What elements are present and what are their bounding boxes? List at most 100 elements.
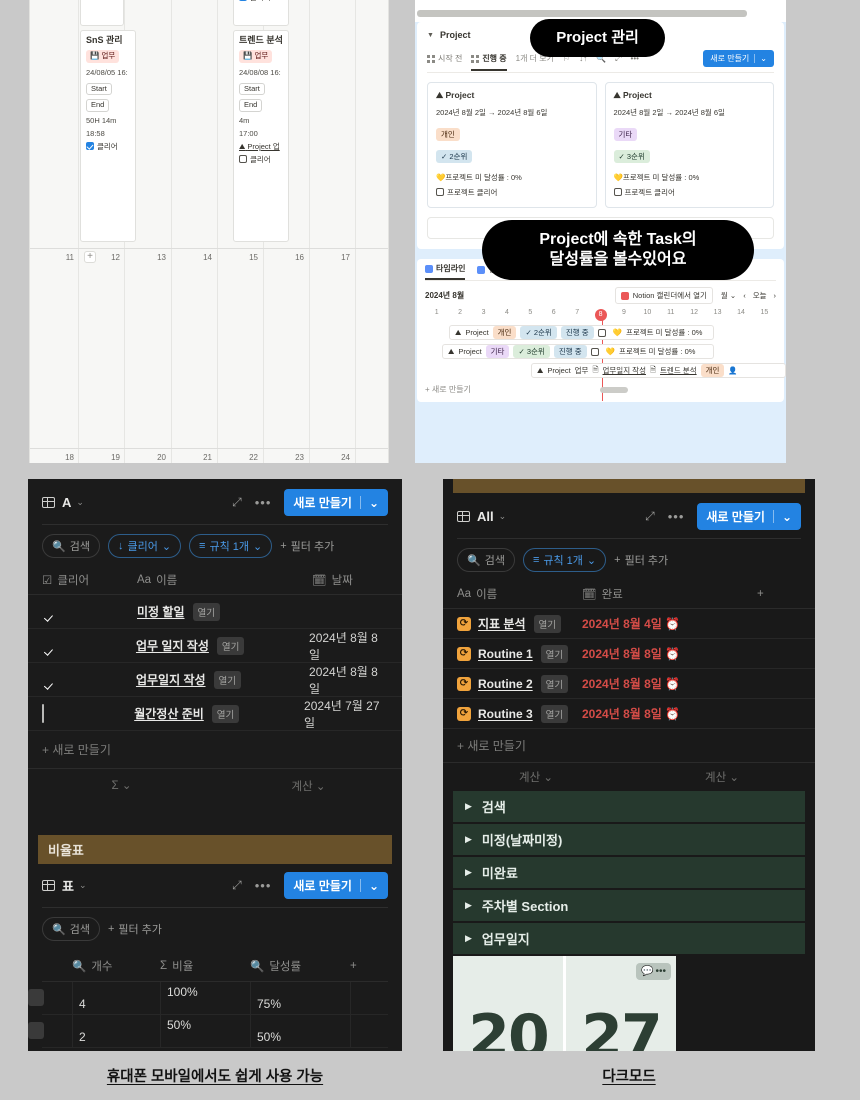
dark-filter-bar[interactable]: 🔍 검색 ≡ 규칙 1개 ⌄ + 필터 추가 [443, 539, 815, 581]
triangle-right-icon[interactable]: ▶ [465, 834, 472, 845]
calendar-day-number[interactable]: 14 [184, 253, 212, 262]
timeline-day[interactable]: 4 [495, 309, 518, 321]
add-filter-button[interactable]: + 필터 추가 [614, 549, 677, 571]
number-display-card[interactable]: 20 27 💬 ••• [453, 956, 676, 1051]
row-date[interactable]: 2024년 8월 4일 ⏰ [582, 615, 680, 632]
timeline-day[interactable]: 12 [682, 309, 705, 321]
calendar-day-number[interactable]: 22 [230, 453, 258, 462]
search-chip[interactable]: 🔍 검색 [42, 534, 100, 558]
mobile-view-name[interactable]: A [62, 495, 71, 510]
event-relation-link[interactable]: ⛰ Project 업 [239, 142, 283, 153]
timeline-task-item[interactable]: 트렌드 분석 [660, 365, 697, 376]
row-open-button[interactable]: 열기 [211, 704, 240, 723]
toggle-section-worklog[interactable]: ▶ 업무일지 [453, 923, 805, 954]
cell-count[interactable]: 4 [72, 982, 160, 1014]
chevron-down-icon[interactable]: ⌄ [760, 54, 767, 63]
timeline-day[interactable]: 5 [519, 309, 542, 321]
row-date[interactable]: 2024년 8월 8일 [309, 629, 388, 663]
dark-view-tools[interactable]: ⤢ ••• 새로 만들기 ⌄ [645, 503, 801, 530]
new-row-button[interactable]: + 새로 만들기 [28, 731, 402, 768]
checkbox-icon[interactable] [239, 0, 247, 1]
timeline-day[interactable]: 2 [448, 309, 471, 321]
new-button[interactable]: 새로 만들기 ⌄ [284, 489, 388, 516]
timeline-day-today[interactable]: 8 [589, 309, 612, 321]
checkbox-icon[interactable] [590, 347, 599, 356]
row-name[interactable]: 업무일지 작성 [136, 671, 206, 688]
triangle-right-icon[interactable]: ▶ [465, 900, 472, 911]
mobile-panel[interactable]: A ⌄ ⤢ ••• 새로 만들기 ⌄ 🔍 검색 ↓ 클리어 ⌄ ≡ 규칙 1개 … [28, 479, 402, 1051]
timeline-day[interactable]: 10 [636, 309, 659, 321]
timeline-task-bar[interactable]: ⛰ Project 업무 🗎 업무일지 작성 🗎 트렌드 분석 개인 👤 [531, 363, 786, 378]
cell-ratio[interactable]: 100% [160, 982, 250, 1014]
chevron-down-icon[interactable]: ⌄ [369, 879, 379, 893]
calendar-day-number[interactable]: 23 [276, 453, 304, 462]
ratio-view-header[interactable]: 표 ⌄ ⤢ ••• 새로 만들기 ⌄ [28, 864, 402, 907]
expand-icon[interactable]: ⤢ [645, 509, 655, 524]
calendar-day-number[interactable]: 18 [48, 453, 74, 462]
chevron-left-icon[interactable]: ‹ [743, 291, 746, 300]
row-date[interactable]: 2024년 7월 27일 [304, 697, 388, 731]
row-open-button[interactable]: 열기 [540, 704, 569, 723]
row-name[interactable]: Routine 1 [478, 647, 533, 661]
chevron-right-icon[interactable]: › [774, 291, 777, 300]
project-card-checkbox-row[interactable]: 프로젝트 클리어 [613, 187, 766, 198]
column-header-rate[interactable]: 🔍 달성률 [250, 958, 350, 974]
calendar-day-number[interactable]: 13 [138, 253, 166, 262]
timeline-day[interactable]: 14 [729, 309, 752, 321]
today-button[interactable]: 오늘 [753, 290, 767, 301]
new-row-button[interactable]: + 새로 만들기 [443, 729, 815, 762]
footer-calc[interactable]: 계산 ⌄ [629, 769, 815, 785]
column-header-date[interactable]: 🗓 날짜 [312, 572, 353, 588]
timeline-bar[interactable]: ⛰ Project 개인 ✓ 2순위 진행 중 💛 프로젝트 미 달성률 : 0… [449, 325, 714, 340]
table-row[interactable]: 업무 일지 작성 열기 2024년 8월 8일 [28, 629, 402, 663]
checkbox-icon[interactable] [436, 188, 444, 196]
column-header-ratio[interactable]: Σ 비율 [160, 958, 250, 974]
timeline-bar[interactable]: ⛰ Project 기타 ✓ 3순위 진행 중 💛 프로젝트 미 달성률 : 0… [442, 344, 714, 359]
cell-count[interactable]: 2 [72, 1015, 160, 1047]
toggle-section-incomplete[interactable]: ▶ 미완료 [453, 857, 805, 888]
timeline-day[interactable]: 6 [542, 309, 565, 321]
mobile-view-tools[interactable]: ⤢ ••• 새로 만들기 ⌄ [232, 489, 388, 516]
row-open-button[interactable]: 열기 [533, 614, 561, 633]
new-button[interactable]: 새로 만들기 ⌄ [284, 872, 388, 899]
tab-timeline[interactable]: 타임라인 [425, 263, 466, 280]
row-name[interactable]: 지표 분석 [478, 615, 526, 632]
triangle-right-icon[interactable]: ▶ [465, 801, 472, 812]
calendar-event-card[interactable]: 트렌드 분석 💾 업무 24/08/08 16: Start End 4m 17… [233, 30, 289, 242]
calendar-day-number[interactable]: 12 [92, 253, 120, 262]
row-open-button[interactable]: 열기 [540, 644, 569, 663]
row-date[interactable]: 2024년 8월 8일 ⏰ [582, 705, 680, 722]
new-button[interactable]: 새로 만들기 ⌄ [703, 50, 774, 67]
timeline-horizontal-scrollbar[interactable] [600, 387, 628, 393]
sort-chip[interactable]: ↓ 클리어 ⌄ [107, 534, 182, 558]
table-row[interactable]: ⟳ Routine 3 열기 2024년 8월 8일 ⏰ [443, 699, 815, 729]
row-checkbox[interactable] [42, 703, 44, 723]
table-row[interactable]: 미정 할일 열기 [28, 595, 402, 629]
timeline-day[interactable]: 11 [659, 309, 682, 321]
timeline-day[interactable]: 1 [425, 309, 448, 321]
add-filter-button[interactable]: + 필터 추가 [108, 918, 171, 940]
filter-rule-chip[interactable]: ≡ 규칙 1개 ⌄ [189, 534, 273, 558]
horizontal-scrollbar[interactable] [417, 10, 747, 17]
timeline-day[interactable]: 7 [565, 309, 588, 321]
comment-icon[interactable]: 💬 [641, 966, 653, 977]
row-name[interactable]: 미정 할일 [137, 603, 185, 620]
row-name[interactable]: 업무 일지 작성 [136, 637, 209, 654]
calendar-day-number[interactable]: 17 [322, 253, 350, 262]
timeline-day[interactable]: 3 [472, 309, 495, 321]
calendar-day-number[interactable]: 15 [230, 253, 258, 262]
ratio-view-tools[interactable]: ⤢ ••• 새로 만들기 ⌄ [232, 872, 388, 899]
calendar-event-card[interactable]: 17:00 ⛰ Project 업 클리어 [233, 0, 289, 26]
table-row[interactable]: 4 100% 75% [28, 982, 388, 1015]
cell-rate[interactable]: 50% [250, 1015, 350, 1047]
chevron-down-icon[interactable]: ⌄ [76, 497, 84, 508]
calendar-event-card[interactable]: SnS 관리 💾 업무 24/08/05 16: Start End 50H 1… [80, 30, 136, 242]
search-chip[interactable]: 🔍 검색 [42, 917, 100, 941]
tab-not-started[interactable]: 시작 전 [427, 53, 462, 64]
new-button[interactable]: 새로 만들기 ⌄ [697, 503, 801, 530]
checkbox-icon[interactable] [239, 154, 247, 163]
card-toolbar[interactable]: 💬 ••• [636, 963, 671, 980]
more-icon[interactable]: ••• [255, 878, 272, 893]
column-header-count[interactable]: 🔍 개수 [72, 958, 160, 974]
chevron-down-icon[interactable]: ⌄ [782, 510, 792, 524]
